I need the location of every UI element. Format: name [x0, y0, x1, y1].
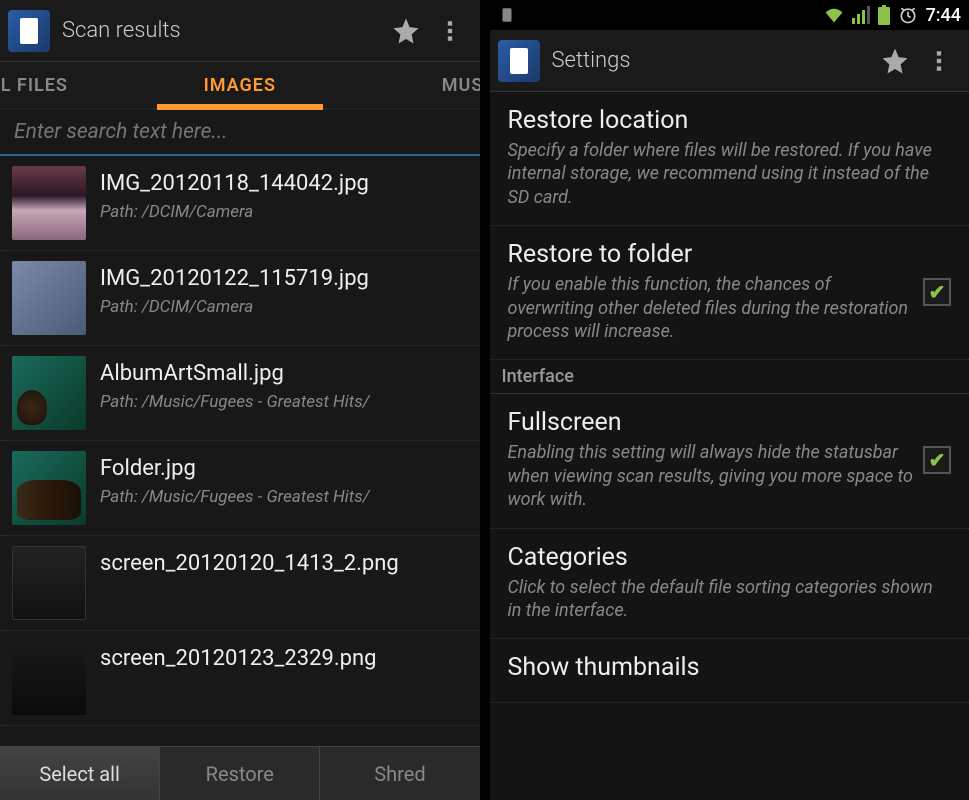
star-icon[interactable] — [873, 39, 917, 83]
file-name: Folder.jpg — [100, 455, 468, 483]
thumbnail — [12, 641, 86, 715]
app-icon — [8, 10, 50, 52]
section-header-interface: Interface — [490, 360, 969, 394]
file-name: screen_20120120_1413_2.png — [100, 550, 468, 578]
file-list[interactable]: IMG_20120118_144042.jpg Path: /DCIM/Came… — [0, 156, 480, 746]
thumbnail — [12, 451, 86, 525]
file-info: AlbumArtSmall.jpg Path: /Music/Fugees - … — [100, 356, 468, 412]
setting-title: Restore location — [508, 106, 952, 135]
file-info: Folder.jpg Path: /Music/Fugees - Greates… — [100, 451, 468, 507]
status-bar: 7:44 — [490, 0, 969, 30]
thumbnail — [12, 356, 86, 430]
app-icon — [498, 40, 540, 82]
phone-right: 7:44 Settings Restore location Specify a… — [490, 0, 969, 800]
file-name: AlbumArtSmall.jpg — [100, 360, 468, 388]
app-header: Settings — [490, 30, 969, 92]
status-time: 7:44 — [926, 5, 961, 26]
setting-desc: Click to select the default file sorting… — [508, 576, 952, 623]
search-box — [0, 110, 480, 156]
setting-title: Restore to folder — [508, 240, 914, 269]
checkbox[interactable] — [923, 446, 951, 474]
file-path: Path: /Music/Fugees - Greatest Hits/ — [100, 392, 468, 412]
setting-desc: Enabling this setting will always hide t… — [508, 441, 914, 511]
list-item[interactable]: IMG_20120122_115719.jpg Path: /DCIM/Came… — [0, 251, 480, 346]
restore-button[interactable]: Restore — [160, 747, 320, 800]
file-name: IMG_20120122_115719.jpg — [100, 265, 468, 293]
thumbnail — [12, 546, 86, 620]
file-name: screen_20120123_2329.png — [100, 645, 468, 673]
menu-overflow-icon[interactable] — [917, 39, 961, 83]
setting-categories[interactable]: Categories Click to select the default f… — [490, 529, 969, 640]
page-title: Scan results — [62, 18, 384, 43]
setting-fullscreen[interactable]: Fullscreen Enabling this setting will al… — [490, 394, 969, 528]
setting-show-thumbnails[interactable]: Show thumbnails — [490, 639, 969, 703]
tabs: LL FILES IMAGES MUSI — [0, 62, 480, 110]
setting-restore-location[interactable]: Restore location Specify a folder where … — [490, 92, 969, 226]
setting-title: Fullscreen — [508, 408, 914, 437]
shred-button[interactable]: Shred — [320, 747, 479, 800]
select-all-button[interactable]: Select all — [0, 747, 160, 800]
tab-all-files[interactable]: LL FILES — [0, 62, 157, 108]
app-header: Scan results — [0, 0, 480, 62]
setting-desc: If you enable this function, the chances… — [508, 273, 914, 343]
file-info: screen_20120123_2329.png — [100, 641, 468, 673]
status-left — [498, 6, 516, 24]
checkbox[interactable] — [923, 278, 951, 306]
search-input[interactable] — [14, 120, 466, 144]
tab-images[interactable]: IMAGES — [157, 62, 324, 108]
setting-restore-to-folder[interactable]: Restore to folder If you enable this fun… — [490, 226, 969, 360]
star-icon[interactable] — [384, 9, 428, 53]
thumbnail — [12, 261, 86, 335]
status-right: 7:44 — [824, 5, 961, 26]
file-path: Path: /DCIM/Camera — [100, 297, 468, 317]
page-title: Settings — [552, 48, 874, 73]
file-info: IMG_20120118_144042.jpg Path: /DCIM/Came… — [100, 166, 468, 222]
list-item[interactable]: IMG_20120118_144042.jpg Path: /DCIM/Came… — [0, 156, 480, 251]
settings-list[interactable]: Restore location Specify a folder where … — [490, 92, 969, 800]
file-info: screen_20120120_1413_2.png — [100, 546, 468, 578]
file-path: Path: /Music/Fugees - Greatest Hits/ — [100, 487, 468, 507]
file-name: IMG_20120118_144042.jpg — [100, 170, 468, 198]
signal-icon — [852, 6, 870, 24]
setting-title: Show thumbnails — [508, 653, 952, 682]
notification-icon — [498, 6, 516, 24]
alarm-icon — [898, 5, 918, 25]
setting-desc: Specify a folder where files will be res… — [508, 139, 952, 209]
list-item[interactable]: screen_20120120_1413_2.png — [0, 536, 480, 631]
battery-icon — [878, 5, 890, 25]
setting-title: Categories — [508, 543, 952, 572]
list-item[interactable]: AlbumArtSmall.jpg Path: /Music/Fugees - … — [0, 346, 480, 441]
menu-overflow-icon[interactable] — [428, 9, 472, 53]
file-path: Path: /DCIM/Camera — [100, 202, 468, 222]
file-info: IMG_20120122_115719.jpg Path: /DCIM/Came… — [100, 261, 468, 317]
thumbnail — [12, 166, 86, 240]
tab-music[interactable]: MUSI — [323, 62, 480, 108]
list-item[interactable]: Folder.jpg Path: /Music/Fugees - Greates… — [0, 441, 480, 536]
phone-left: Scan results LL FILES IMAGES MUSI IMG_20… — [0, 0, 480, 800]
list-item[interactable]: screen_20120123_2329.png — [0, 631, 480, 726]
bottom-toolbar: Select all Restore Shred — [0, 746, 480, 800]
wifi-icon — [824, 6, 844, 24]
